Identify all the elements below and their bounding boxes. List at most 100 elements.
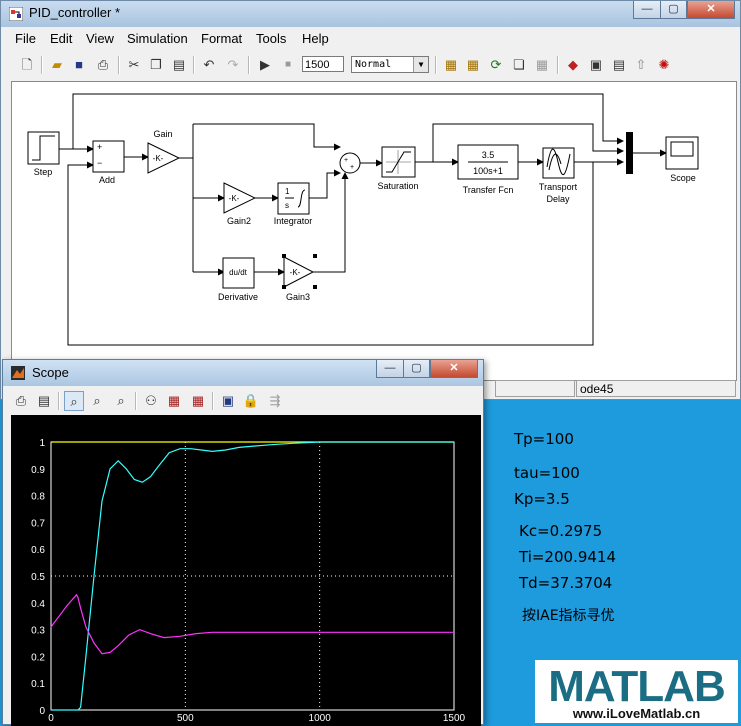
param-tau: tau=100 (514, 464, 580, 482)
matlab-logo: MATLAB www.iLoveMatlab.cn (535, 660, 738, 723)
go-to-parent-icon[interactable]: ⇧ (631, 55, 651, 75)
saturation-block[interactable] (381, 146, 416, 178)
library-browser-icon[interactable]: ❏ (509, 55, 529, 75)
zoom-y-icon[interactable]: ⌕ (111, 391, 131, 411)
transport-delay-label-2: Delay (546, 194, 570, 204)
paste-icon[interactable]: ▤ (169, 55, 189, 75)
simulink-window: PID_controller * — ▢ ✕ File Edit View Si… (0, 0, 741, 400)
x-tick-label: 1500 (443, 713, 466, 724)
profiler-icon[interactable]: ▣ (586, 55, 606, 75)
derivative-text: du/dt (229, 268, 248, 277)
model-explorer-icon[interactable]: ▦ (532, 55, 552, 75)
update-diagram-icon[interactable]: ▦ (441, 55, 461, 75)
y-tick-label: 0.1 (31, 679, 45, 690)
status-solver: ode45 (576, 380, 736, 397)
logo-url: www.iLoveMatlab.cn (572, 706, 701, 721)
scope-title: Scope (32, 365, 69, 380)
menu-help[interactable]: Help (302, 31, 329, 46)
integrator-numerator: 1 (285, 187, 290, 196)
x-tick-label: 1000 (309, 713, 332, 724)
advisor-icon[interactable]: ✺ (654, 55, 674, 75)
window-title: PID_controller * (29, 5, 121, 20)
gain3-label: Gain3 (286, 292, 310, 302)
copy-icon[interactable]: ❐ (146, 55, 166, 75)
logo-text: MATLAB (548, 662, 725, 711)
gain2-value: -K- (229, 194, 240, 203)
scope-plot-area[interactable]: 0 500 1000 1500 0 0.1 0.2 0.3 0.4 0.5 0.6 0.7 0.8 0.9… (11, 415, 481, 726)
new-model-icon[interactable]: 🗋 (17, 55, 37, 75)
run-icon[interactable]: ▶ (255, 55, 275, 75)
menubar: File Edit View Simulation Format Tools H… (1, 29, 740, 49)
menu-format[interactable]: Format (201, 31, 242, 46)
simulation-mode-select[interactable]: Normal ▼ (351, 56, 429, 73)
print-icon[interactable]: ⎙ (11, 391, 31, 411)
sum-signs: + (344, 157, 348, 164)
add-plus-sign: + (97, 142, 102, 152)
simulink-app-icon (9, 7, 23, 21)
debug-icon[interactable]: ◆ (563, 55, 583, 75)
minimize-button[interactable]: — (633, 1, 661, 19)
status-cell-blank (495, 380, 575, 397)
matlab-app-icon (11, 366, 25, 380)
print-icon[interactable]: ⎙ (93, 55, 113, 75)
scope-minimize-button[interactable]: — (376, 360, 404, 378)
y-tick-label: 0.5 (31, 572, 45, 583)
step-block[interactable] (27, 131, 60, 165)
param-tp: Tp=100 (514, 430, 574, 448)
y-tick-label: 0.7 (31, 518, 45, 529)
y-tick-label: 1 (39, 438, 45, 449)
autoscale-icon[interactable]: ⚇ (141, 391, 161, 411)
param-td: Td=37.3704 (519, 574, 613, 592)
floating-scope-icon[interactable]: ▣ (218, 391, 238, 411)
parameters-icon[interactable]: ▤ (34, 391, 54, 411)
integrator-block[interactable] (277, 182, 310, 215)
scope-block[interactable] (665, 136, 699, 170)
undo-icon[interactable]: ↶ (199, 55, 219, 75)
close-button[interactable]: ✕ (687, 1, 735, 19)
integrator-denominator: s (285, 201, 289, 210)
maximize-button[interactable]: ▢ (660, 1, 687, 19)
menu-edit[interactable]: Edit (50, 31, 72, 46)
transfer-fcn-label: Transfer Fcn (463, 185, 514, 195)
stop-icon[interactable]: ■ (278, 55, 298, 75)
y-tick-label: 0.9 (31, 465, 45, 476)
zoom-x-icon[interactable]: ⌕ (87, 391, 107, 411)
model-browser-icon[interactable]: ▤ (609, 55, 629, 75)
scope-maximize-button[interactable]: ▢ (403, 360, 430, 378)
cut-icon[interactable]: ✂ (124, 55, 144, 75)
y-tick-label: 0.6 (31, 545, 45, 556)
gain-label: Gain (153, 129, 172, 139)
add-minus-sign: − (97, 158, 102, 168)
block-diagram: Step Add + − Gain -K- -K- Gain2 1 s Inte… (27, 93, 699, 346)
y-tick-label: 0.4 (31, 599, 45, 610)
transport-delay-block[interactable] (542, 147, 575, 179)
stop-time-input[interactable]: 1500 (302, 56, 344, 72)
chevron-down-icon[interactable]: ▼ (413, 57, 428, 72)
gain-value: -K- (153, 154, 164, 163)
signal-selection-icon[interactable]: ⇶ (265, 391, 285, 411)
build-icon[interactable]: ▦ (463, 55, 483, 75)
refresh-icon[interactable]: ⟳ (486, 55, 506, 75)
save-icon[interactable]: ■ (69, 55, 89, 75)
scope-close-button[interactable]: ✕ (430, 360, 478, 378)
param-kc: Kc=0.2975 (519, 522, 603, 540)
menu-file[interactable]: File (15, 31, 36, 46)
menu-view[interactable]: View (86, 31, 114, 46)
model-canvas[interactable]: Step Add + − Gain -K- -K- Gain2 1 s Inte… (11, 81, 737, 381)
restore-axes-icon[interactable]: ▦ (188, 391, 208, 411)
transport-delay-label-1: Transport (539, 182, 578, 192)
saturation-label: Saturation (377, 181, 418, 191)
x-tick-label: 500 (177, 713, 194, 724)
open-folder-icon[interactable]: ▰ (47, 55, 67, 75)
lock-icon[interactable]: 🔒 (241, 391, 261, 411)
tf-numerator: 3.5 (482, 150, 495, 160)
zoom-icon[interactable]: ⌕ (64, 391, 84, 411)
save-axes-icon[interactable]: ▦ (164, 391, 184, 411)
gain2-label: Gain2 (227, 216, 251, 226)
step-label: Step (34, 167, 53, 177)
menu-simulation[interactable]: Simulation (127, 31, 188, 46)
menu-tools[interactable]: Tools (256, 31, 286, 46)
integrator-label: Integrator (274, 216, 313, 226)
redo-icon[interactable]: ↷ (223, 55, 243, 75)
mux-block[interactable] (626, 132, 633, 174)
